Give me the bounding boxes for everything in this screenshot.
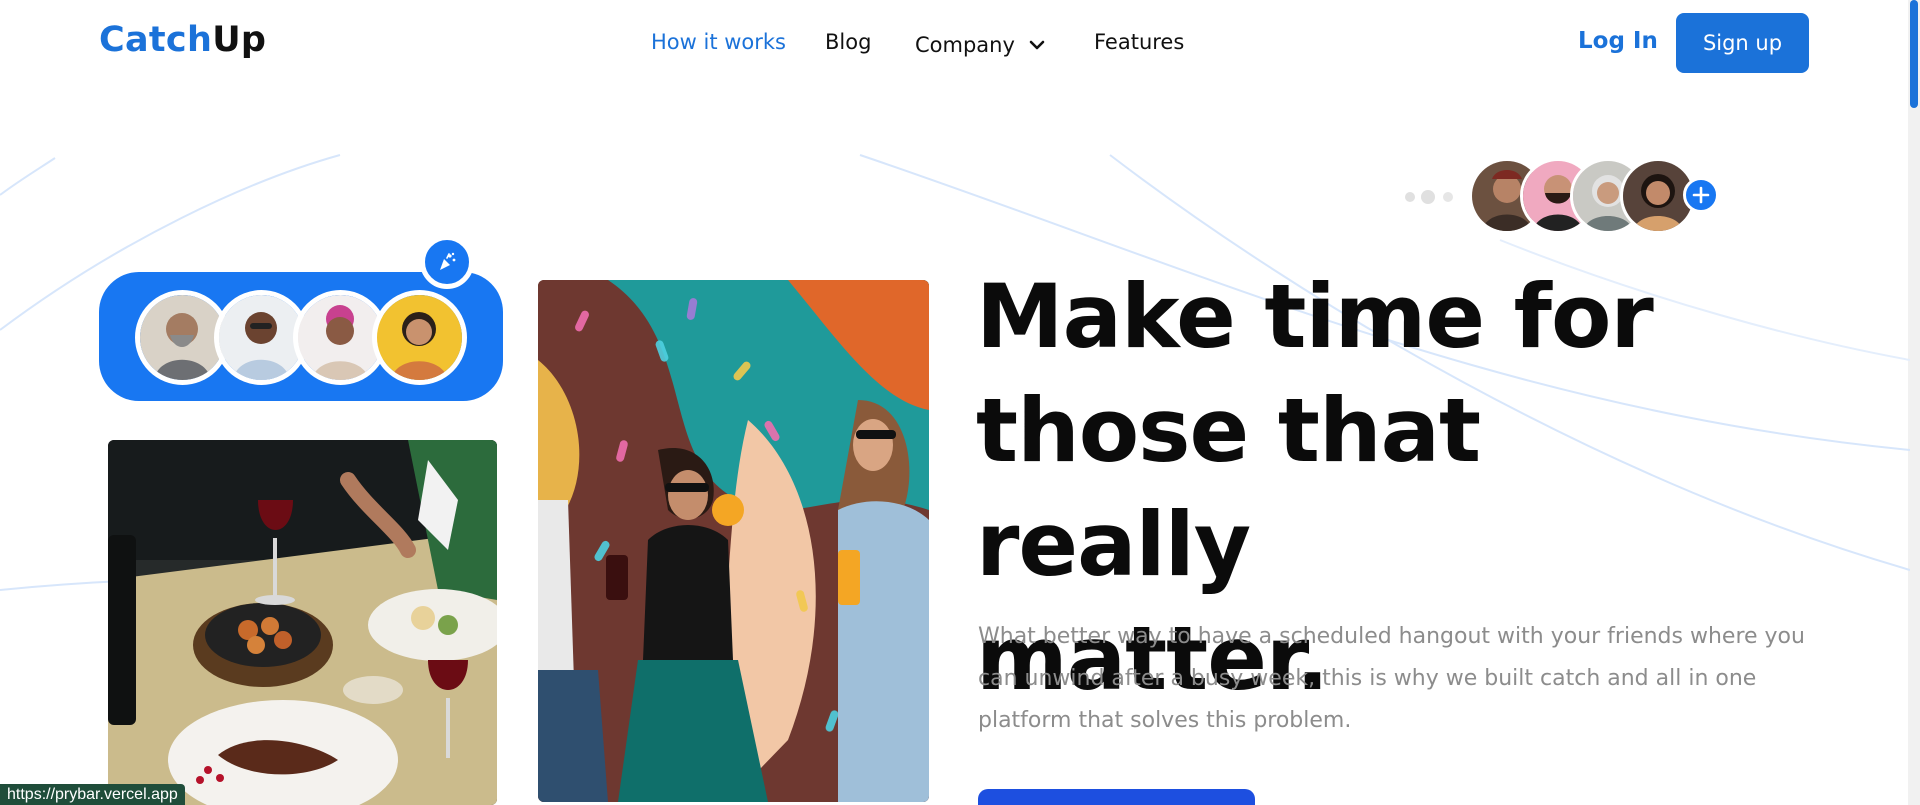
hero-headline-line-2: those that really [976, 379, 1481, 596]
nav-how-it-works[interactable]: How it works [651, 30, 786, 60]
logo[interactable]: CatchUp [99, 20, 266, 60]
party-popper-icon [420, 235, 474, 289]
site-header: CatchUp How it works Blog Company Featur… [0, 0, 1920, 86]
hero-cta-button[interactable] [978, 789, 1255, 805]
friends-party-photo [538, 280, 929, 802]
add-friend-button[interactable] [1683, 177, 1719, 213]
login-link[interactable]: Log In [1578, 28, 1658, 54]
status-bar-url: https://prybar.vercel.app [0, 784, 185, 805]
dots-icon [1405, 190, 1453, 204]
chevron-down-icon [1029, 40, 1045, 50]
plus-icon [1692, 186, 1710, 204]
avatar [372, 290, 467, 385]
scrollbar-thumb[interactable] [1910, 0, 1918, 108]
dining-photo [108, 440, 497, 805]
logo-part-catch: Catch [99, 20, 213, 60]
nav-blog[interactable]: Blog [825, 30, 871, 60]
hero-headline-line-1: Make time for [976, 265, 1654, 368]
nav-company-dropdown[interactable]: Company [915, 30, 1045, 60]
nav-features[interactable]: Features [1094, 30, 1184, 60]
logo-part-up: Up [212, 20, 267, 60]
signup-button[interactable]: Sign up [1676, 13, 1809, 73]
hero-subtext: What better way to have a scheduled hang… [978, 624, 1805, 733]
nav-company-label: Company [915, 33, 1015, 57]
friends-avatar-pill [99, 272, 503, 401]
